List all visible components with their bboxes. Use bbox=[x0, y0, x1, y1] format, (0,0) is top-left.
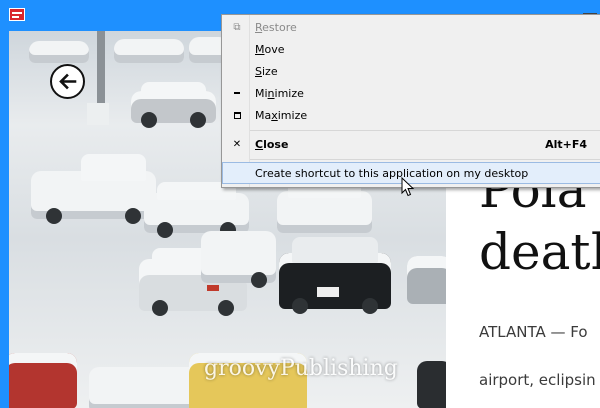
car bbox=[201, 231, 276, 288]
menu-separator bbox=[250, 159, 600, 160]
menu-item-minimize[interactable]: Minimize bbox=[222, 83, 600, 105]
close-icon: ✕ bbox=[232, 139, 242, 150]
minimize-icon bbox=[231, 83, 243, 105]
car bbox=[9, 353, 77, 408]
system-menu: ⧉ Restore Move Size Minimize Maximize ✕ … bbox=[221, 14, 600, 188]
maximize-icon bbox=[231, 105, 243, 127]
car bbox=[417, 361, 446, 408]
car bbox=[277, 179, 372, 233]
car bbox=[29, 41, 89, 63]
menu-item-maximize[interactable]: Maximize bbox=[222, 105, 600, 127]
menu-item-size[interactable]: Size bbox=[222, 61, 600, 83]
car bbox=[144, 181, 249, 238]
article-dateline: ATLANTA — Fo bbox=[479, 323, 588, 341]
car bbox=[131, 82, 216, 128]
car bbox=[31, 154, 156, 224]
app-window-icon[interactable] bbox=[9, 8, 25, 21]
menu-separator bbox=[250, 130, 600, 131]
close-shortcut: Alt+F4 bbox=[545, 138, 587, 151]
menu-item-move[interactable]: Move bbox=[222, 39, 600, 61]
window-control-hint bbox=[583, 3, 597, 14]
snow-mound bbox=[87, 103, 109, 125]
car bbox=[279, 237, 391, 314]
car bbox=[114, 39, 184, 63]
back-button[interactable] bbox=[50, 64, 85, 99]
menu-item-close[interactable]: ✕ Close Alt+F4 bbox=[222, 134, 600, 156]
window-frame bbox=[0, 31, 9, 408]
article-body-text: airport, eclipsin bbox=[479, 371, 596, 389]
menu-item-restore[interactable]: ⧉ Restore bbox=[222, 17, 600, 39]
car bbox=[89, 367, 204, 408]
back-arrow-icon bbox=[59, 73, 77, 90]
car bbox=[407, 256, 446, 304]
watermark: groovyPublishing bbox=[204, 356, 398, 381]
restore-icon: ⧉ bbox=[233, 22, 241, 33]
mouse-pointer-icon bbox=[401, 177, 415, 197]
